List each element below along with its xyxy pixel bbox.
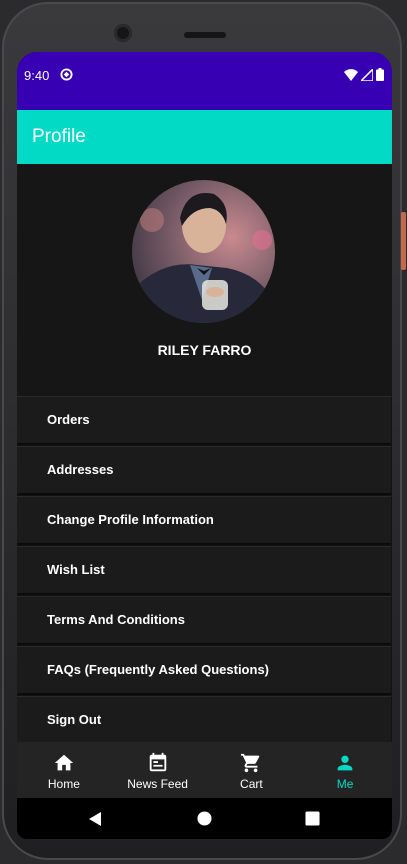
menu-item-label: Terms And Conditions: [47, 612, 185, 627]
bottom-navigation: Home News Feed Cart Me: [17, 742, 392, 798]
front-camera: [114, 24, 132, 42]
nav-item-news-feed[interactable]: News Feed: [111, 742, 205, 798]
menu-item-terms[interactable]: Terms And Conditions: [17, 596, 391, 643]
menu-item-addresses[interactable]: Addresses: [17, 446, 391, 493]
app-bar: Profile: [17, 110, 392, 164]
menu-item-label: Change Profile Information: [47, 512, 214, 527]
power-button: [401, 212, 406, 270]
system-navigation-bar: [17, 798, 392, 839]
profile-menu: Orders Addresses Change Profile Informat…: [17, 396, 392, 746]
phone-frame: 9:40 Profile RILEY FARRO Orders Addresse…: [2, 2, 406, 860]
nav-item-cart[interactable]: Cart: [205, 742, 299, 798]
menu-item-wish-list[interactable]: Wish List: [17, 546, 391, 593]
back-icon[interactable]: [87, 811, 103, 827]
menu-item-label: Sign Out: [47, 712, 102, 727]
status-icons: [344, 68, 384, 81]
sync-icon: [60, 68, 73, 81]
profile-photo: [132, 180, 275, 323]
menu-item-label: Addresses: [47, 462, 114, 477]
menu-item-orders[interactable]: Orders: [17, 396, 391, 443]
status-time: 9:40: [24, 68, 50, 83]
nav-label: Me: [336, 777, 354, 791]
menu-item-label: Orders: [47, 412, 90, 427]
profile-content: RILEY FARRO Orders Addresses Change Prof…: [17, 164, 392, 743]
nav-label: Home: [47, 777, 80, 791]
profile-name: RILEY FARRO: [157, 342, 252, 358]
menu-item-label: Wish List: [47, 562, 105, 577]
menu-item-change-profile[interactable]: Change Profile Information: [17, 496, 391, 543]
nav-item-home[interactable]: Home: [17, 742, 111, 798]
cart-icon: [241, 753, 260, 773]
person-icon: [337, 755, 353, 771]
battery-icon: [376, 68, 384, 81]
nav-item-me[interactable]: Me: [298, 742, 392, 798]
menu-item-faqs[interactable]: FAQs (Frequently Asked Questions): [17, 646, 391, 693]
menu-item-label: FAQs (Frequently Asked Questions): [47, 662, 270, 677]
recents-icon[interactable]: [305, 811, 320, 826]
earpiece-speaker: [184, 32, 226, 38]
home-icon: [54, 754, 74, 771]
nav-label: Cart: [240, 777, 263, 791]
nav-label: News Feed: [127, 777, 188, 791]
top-bezel: [16, 14, 392, 54]
home-button-icon[interactable]: [197, 811, 212, 826]
screen: 9:40 Profile RILEY FARRO Orders Addresse…: [17, 52, 392, 839]
wifi-icon: [344, 68, 358, 81]
calendar-icon: [149, 752, 166, 772]
page-title: Profile: [32, 126, 86, 147]
avatar: [132, 180, 275, 323]
signal-icon: [361, 68, 373, 81]
menu-item-sign-out[interactable]: Sign Out: [17, 696, 391, 743]
status-bar: 9:40: [17, 52, 392, 110]
